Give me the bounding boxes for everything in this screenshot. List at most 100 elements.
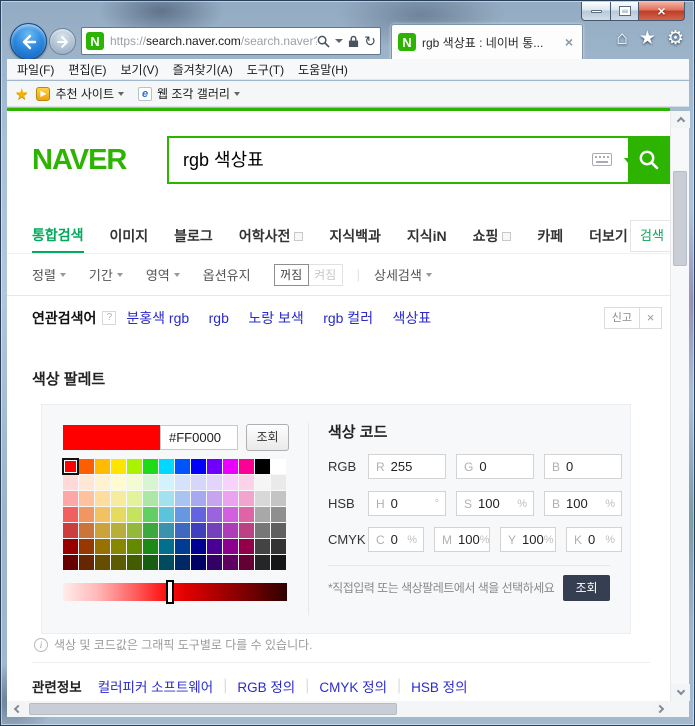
menu-favorites[interactable]: 즐겨찾기(A) (173, 61, 233, 78)
palette-cell[interactable] (127, 523, 142, 538)
palette-cell[interactable] (62, 458, 79, 475)
palette-cell[interactable] (191, 491, 206, 506)
palette-cell[interactable] (95, 507, 110, 522)
palette-cell[interactable] (63, 475, 78, 490)
palette-cell[interactable] (223, 507, 238, 522)
palette-cell[interactable] (159, 475, 174, 490)
home-icon[interactable]: ⌂ (616, 27, 627, 51)
palette-cell[interactable] (95, 539, 110, 554)
suggested-sites-button[interactable]: 추천 사이트 (55, 85, 114, 102)
palette-cell[interactable] (63, 555, 78, 570)
scroll-left-button[interactable] (7, 701, 25, 717)
hue-slider-handle[interactable] (165, 580, 174, 604)
palette-cell[interactable] (223, 523, 238, 538)
menu-view[interactable]: 보기(V) (120, 61, 158, 78)
menu-edit[interactable]: 편집(E) (68, 61, 106, 78)
palette-cell[interactable] (239, 491, 254, 506)
palette-cell[interactable] (255, 507, 270, 522)
vertical-scroll-thumb[interactable] (673, 171, 687, 266)
palette-cell[interactable] (127, 475, 142, 490)
rgb-r-input[interactable]: R 255 (368, 454, 446, 479)
palette-cell[interactable] (255, 523, 270, 538)
palette-cell[interactable] (255, 491, 270, 506)
related-term-link[interactable]: 분홍색 rgb (126, 310, 189, 326)
palette-cell[interactable] (143, 491, 158, 506)
palette-cell[interactable] (223, 539, 238, 554)
palette-cell[interactable] (271, 523, 286, 538)
palette-cell[interactable] (175, 523, 190, 538)
palette-cell[interactable] (111, 523, 126, 538)
related-info-link[interactable]: CMYK 정의 (319, 676, 387, 696)
cmyk-m-input[interactable]: M 100% (434, 527, 490, 552)
palette-cell[interactable] (143, 539, 158, 554)
hex-input[interactable]: #FF0000 (160, 425, 238, 450)
palette-cell[interactable] (127, 459, 142, 474)
palette-cell[interactable] (175, 491, 190, 506)
palette-lookup-button[interactable]: 조회 (246, 424, 289, 451)
tab-shopping[interactable]: 쇼핑 (473, 219, 512, 253)
suggested-sites-icon[interactable]: ▶ (36, 86, 51, 101)
sort-filter[interactable]: 정렬 (32, 265, 66, 284)
palette-cell[interactable] (159, 459, 174, 474)
forward-button[interactable] (49, 28, 76, 55)
palette-cell[interactable] (175, 555, 190, 570)
palette-cell[interactable] (175, 459, 190, 474)
palette-cell[interactable] (95, 491, 110, 506)
scroll-up-button[interactable] (671, 111, 690, 128)
palette-cell[interactable] (207, 459, 222, 474)
settings-gear-icon[interactable]: ⚙ (667, 27, 684, 51)
palette-cell[interactable] (191, 459, 206, 474)
web-slice-gallery-button[interactable]: 웹 조각 갤러리 (157, 85, 230, 102)
address-bar[interactable]: N https://search.naver.com/search.naver?… (81, 27, 381, 55)
palette-cell[interactable] (239, 475, 254, 490)
palette-cell[interactable] (271, 539, 286, 554)
close-button[interactable]: × (639, 2, 685, 21)
scroll-down-button[interactable] (671, 684, 690, 701)
advanced-search[interactable]: 상세검색 (374, 265, 432, 284)
palette-cell[interactable] (255, 539, 270, 554)
code-lookup-button[interactable]: 조회 (563, 575, 610, 601)
address-dropdown-icon[interactable] (335, 39, 344, 43)
palette-cell[interactable] (255, 459, 270, 474)
related-info-link[interactable]: RGB 정의 (237, 676, 295, 696)
menu-file[interactable]: 파일(F) (17, 61, 54, 78)
palette-cell[interactable] (271, 555, 286, 570)
browser-tab[interactable]: N rgb 색상표 : 네이버 통... × (391, 24, 583, 59)
tab-blog[interactable]: 블로그 (174, 219, 213, 253)
tab-image[interactable]: 이미지 (110, 219, 149, 253)
palette-cell[interactable] (207, 555, 222, 570)
palette-cell[interactable] (111, 475, 126, 490)
related-term-link[interactable]: rgb 컬러 (323, 310, 373, 326)
keyboard-icon[interactable] (592, 153, 612, 166)
palette-cell[interactable] (143, 507, 158, 522)
palette-cell[interactable] (255, 555, 270, 570)
palette-cell[interactable] (143, 555, 158, 570)
palette-cell[interactable] (271, 459, 286, 474)
report-button[interactable]: 신고 (603, 307, 640, 329)
palette-cell[interactable] (79, 539, 94, 554)
palette-cell[interactable] (143, 475, 158, 490)
palette-cell[interactable] (143, 523, 158, 538)
palette-cell[interactable] (95, 523, 110, 538)
palette-cell[interactable] (63, 491, 78, 506)
palette-cell[interactable] (95, 475, 110, 490)
related-term-link[interactable]: 노랑 보색 (248, 310, 303, 326)
palette-cell[interactable] (79, 507, 94, 522)
palette-cell[interactable] (111, 491, 126, 506)
palette-cell[interactable] (111, 555, 126, 570)
maximize-button[interactable] (611, 2, 639, 21)
palette-cell[interactable] (239, 539, 254, 554)
palette-cell[interactable] (191, 523, 206, 538)
palette-cell[interactable] (127, 555, 142, 570)
palette-cell[interactable] (223, 475, 238, 490)
palette-cell[interactable] (175, 475, 190, 490)
help-icon[interactable]: ? (102, 311, 117, 325)
cmyk-y-input[interactable]: Y 100% (500, 527, 556, 552)
palette-cell[interactable] (239, 459, 254, 474)
shade-slider[interactable] (63, 580, 287, 604)
palette-cell[interactable] (223, 491, 238, 506)
palette-cell[interactable] (207, 475, 222, 490)
palette-cell[interactable] (79, 555, 94, 570)
palette-cell[interactable] (271, 507, 286, 522)
palette-cell[interactable] (63, 523, 78, 538)
